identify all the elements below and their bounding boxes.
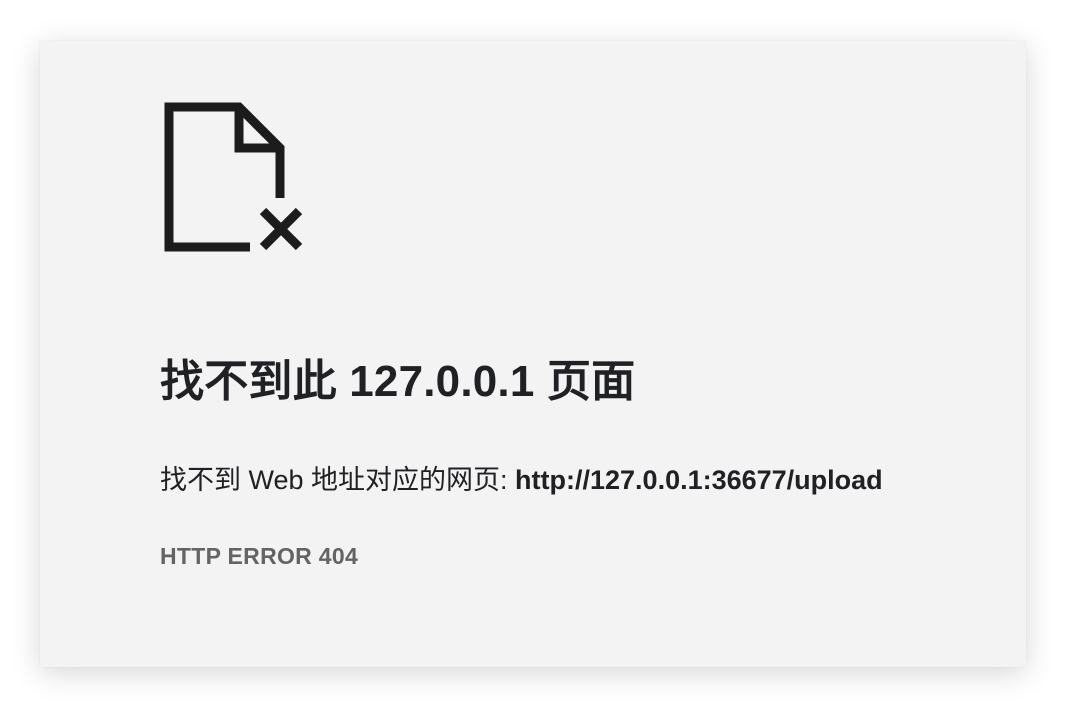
error-title: 找不到此 127.0.0.1 页面: [160, 357, 636, 406]
error-page: 找不到此 127.0.0.1 页面 找不到 Web 地址对应的网页: http:…: [40, 41, 1026, 667]
error-description: 找不到 Web 地址对应的网页: http://127.0.0.1:36677/…: [160, 458, 883, 497]
error-code: HTTP ERROR 404: [160, 543, 359, 569]
error-description-text: 找不到 Web 地址对应的网页:: [160, 465, 516, 495]
file-not-found-icon: [164, 102, 303, 252]
error-url: http://127.0.0.1:36677/upload: [515, 465, 883, 495]
